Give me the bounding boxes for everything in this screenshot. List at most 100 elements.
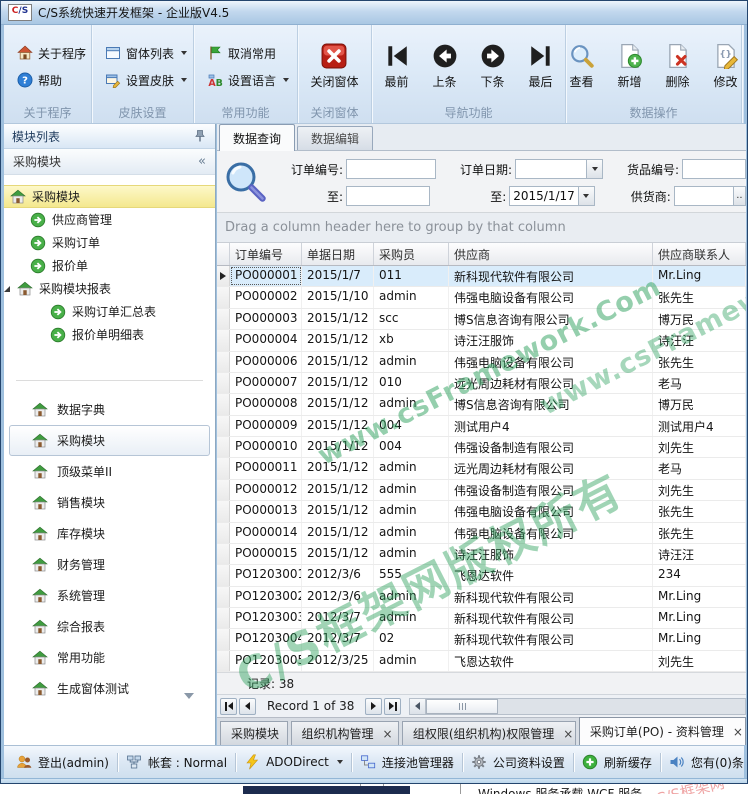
sidebar-module-财务管理[interactable]: 财务管理 — [4, 549, 215, 580]
horizontal-scrollbar[interactable] — [409, 697, 746, 715]
设置皮肤-button[interactable]: 设置皮肤 — [102, 68, 190, 93]
status-item-连接池管理器[interactable]: 连接池管理器 — [352, 754, 462, 771]
table-row[interactable]: PO000003 2015/1/12 scc 博S信息咨询有限公司 博万民 — [217, 308, 746, 331]
sidebar-module-库存模块[interactable]: 库存模块 — [4, 518, 215, 549]
sidebar-module-数据字典[interactable]: 数据字典 — [4, 394, 215, 425]
query-text-input[interactable] — [346, 186, 431, 206]
first-record-button[interactable] — [220, 697, 237, 715]
grid-cell: 2015/1/12 — [302, 308, 374, 330]
status-item-登出(admin)[interactable]: 登出(admin) — [8, 754, 117, 771]
table-row[interactable]: PO000012 2015/1/12 admin 伟强设备制造有限公司 刘先生 — [217, 479, 746, 502]
tree-item-采购模块报表[interactable]: 采购模块报表 — [4, 277, 215, 300]
pin-icon[interactable] — [193, 129, 207, 143]
table-row[interactable]: PO000004 2015/1/12 xb 诗汪汪服饰 诗汪汪 — [217, 330, 746, 352]
close-tab-icon[interactable]: × — [563, 728, 573, 740]
table-row[interactable]: PO000014 2015/1/12 admin 伟强电脑设备有限公司 张先生 — [217, 522, 746, 544]
query-text-input[interactable] — [346, 159, 436, 179]
close-tab-icon[interactable]: × — [383, 728, 393, 740]
table-row[interactable]: PO1203005 2012/3/25 admin 飞恩达软件 刘先生 — [217, 650, 746, 673]
column-header-供应商[interactable]: 供应商 — [449, 243, 653, 265]
column-header-采购员[interactable]: 采购员 — [374, 243, 449, 265]
最后-button[interactable]: 最后 — [519, 43, 563, 90]
table-row[interactable]: PO000009 2015/1/12 004 测试用户4 测试用户4 — [217, 415, 746, 437]
tree-item-报价单[interactable]: 报价单 — [4, 254, 215, 277]
doc-tab-采购模块[interactable]: 采购模块 — [220, 721, 288, 745]
status-item-刷新缓存[interactable]: 刷新缓存 — [574, 754, 660, 771]
查看-button[interactable]: 查看 — [560, 43, 604, 90]
table-row[interactable]: PO000007 2015/1/12 010 远光周边耗材有限公司 老马 — [217, 372, 746, 395]
table-row[interactable]: PO000010 2015/1/12 004 伟强设备制造有限公司 刘先生 — [217, 437, 746, 459]
close-tab-icon[interactable]: × — [733, 726, 743, 738]
grid-cell: admin — [374, 543, 449, 565]
最前-button[interactable]: 最前 — [375, 43, 419, 90]
doc-tab-采购订单(PO) - 资料管理[interactable]: 采购订单(PO) - 资料管理 × — [578, 717, 746, 745]
下条-button[interactable]: 下条 — [471, 43, 515, 90]
scrollbar-thumb[interactable] — [426, 698, 499, 714]
combo-dropdown-icon[interactable] — [586, 160, 602, 178]
grid-cell: 2012/3/7 — [302, 608, 374, 629]
sidebar-module-顶级菜单II[interactable]: 顶级菜单II — [4, 456, 215, 487]
新增-button[interactable]: 新增 — [608, 43, 652, 90]
column-header-供应商联系人[interactable]: 供应商联系人 — [653, 243, 746, 265]
status-item-您有(0)条未读消[interactable]: 您有(0)条未读消 — [661, 754, 744, 771]
table-row[interactable]: PO1203001 2012/3/6 555 飞恩达软件 234 — [217, 565, 746, 587]
row-indicator — [217, 330, 230, 351]
table-row[interactable]: PO000006 2015/1/12 admin 伟强电脑设备有限公司 张先生 — [217, 351, 746, 373]
table-row[interactable]: PO000011 2015/1/12 admin 远光周边耗材有限公司 老马 — [217, 458, 746, 480]
tree-item-供应商管理[interactable]: 供应商管理 — [4, 208, 215, 231]
sidebar-module-生成窗体测试[interactable]: 生成窗体测试 — [4, 673, 215, 704]
combo-dropdown-icon[interactable] — [577, 187, 594, 205]
ellipsis-button[interactable]: .. — [733, 186, 746, 206]
sidebar-module-销售模块[interactable]: 销售模块 — [4, 487, 215, 518]
取消常用-button[interactable]: 取消常用 — [204, 41, 279, 66]
tree-item-采购模块[interactable]: 采购模块 — [4, 185, 215, 208]
关闭窗体-button[interactable]: 关闭窗体 — [308, 43, 360, 90]
doc-tab-组权限(组织机构)权限管理[interactable]: 组权限(组织机构)权限管理 × — [401, 721, 576, 745]
设置语言-button[interactable]: A B 设置语言 — [204, 68, 292, 93]
table-row[interactable]: PO1203002 2012/3/6 admin 新科现代软件有限公司 Mr.Ling — [217, 586, 746, 608]
修改-button[interactable]: {} 修改 — [704, 43, 748, 90]
table-row[interactable]: PO000013 2015/1/12 admin 伟强电脑设备有限公司 张先生 — [217, 501, 746, 523]
关于程序-button[interactable]: 关于程序 — [14, 41, 89, 66]
窗体列表-button[interactable]: 窗体列表 — [102, 41, 190, 66]
tree-item-报价单明细表[interactable]: 报价单明细表 — [4, 323, 215, 346]
帮助-button[interactable]: ? 帮助 — [14, 68, 65, 93]
scroll-down-icon[interactable] — [184, 693, 194, 699]
date-combo-field[interactable] — [515, 159, 603, 179]
sidebar-module-常用功能[interactable]: 常用功能 — [4, 642, 215, 673]
date-combo-field[interactable]: 2015/1/17 — [509, 186, 595, 206]
column-header-单据日期[interactable]: 单据日期 — [302, 243, 374, 265]
grid-cell: 张先生 — [653, 501, 746, 522]
table-row[interactable]: PO000002 2015/1/10 admin 伟强电脑设备有限公司 张先生 — [217, 287, 746, 309]
tab-数据查询[interactable]: 数据查询 — [219, 124, 296, 151]
sidebar-group-header[interactable]: 采购模块 « — [4, 149, 215, 175]
status-item-公司资料设置[interactable]: 公司资料设置 — [463, 754, 573, 771]
table-row[interactable]: PO000008 2015/1/12 admin 博S信息咨询有限公司 博万民 — [217, 394, 746, 416]
prev-record-button[interactable] — [239, 697, 256, 715]
column-header-订单编号[interactable]: 订单编号 — [230, 243, 302, 265]
table-row[interactable]: PO000001 2015/1/7 011 新科现代软件有限公司 Mr.Ling — [217, 266, 746, 288]
next-record-button[interactable] — [365, 697, 383, 715]
status-item-ADODirect[interactable]: ADODirect — [236, 754, 351, 770]
title-bar[interactable]: C/S C/S系统快速开发框架 - 企业版V4.5 — [1, 1, 747, 25]
table-row[interactable]: PO1203004 2012/3/7 02 新科现代软件有限公司 Mr.Ling — [217, 629, 746, 651]
status-item-帐套 : Normal[interactable]: 帐套 : Normal — [118, 754, 235, 771]
sidebar-module-采购模块[interactable]: 采购模块 — [9, 425, 210, 456]
tab-数据编辑[interactable]: 数据编辑 — [297, 126, 374, 150]
last-record-button[interactable] — [384, 697, 402, 715]
上条-button[interactable]: 上条 — [423, 43, 467, 90]
tree-item-采购订单[interactable]: 采购订单 — [4, 231, 215, 254]
sidebar-module-综合报表[interactable]: 综合报表 — [4, 611, 215, 642]
scroll-left-icon[interactable] — [410, 698, 427, 714]
query-text-input[interactable] — [682, 159, 746, 179]
grid-cell: 010 — [374, 372, 449, 394]
table-row[interactable]: PO1203003 2012/3/7 admin 新科现代软件有限公司 Mr.Ling — [217, 608, 746, 630]
table-row[interactable]: PO000015 2015/1/12 admin 诗汪汪服饰 诗汪汪 — [217, 543, 746, 566]
tree-item-采购订单汇总表[interactable]: 采购订单汇总表 — [4, 300, 215, 323]
group-by-panel[interactable]: Drag a column header here to group by th… — [217, 213, 746, 243]
query-text-input[interactable] — [673, 186, 734, 206]
collapse-left-icon[interactable]: « — [198, 154, 206, 169]
doc-tab-组织机构管理[interactable]: 组织机构管理 × — [290, 721, 399, 745]
sidebar-module-系统管理[interactable]: 系统管理 — [4, 580, 215, 611]
删除-button[interactable]: 删除 — [656, 43, 700, 90]
